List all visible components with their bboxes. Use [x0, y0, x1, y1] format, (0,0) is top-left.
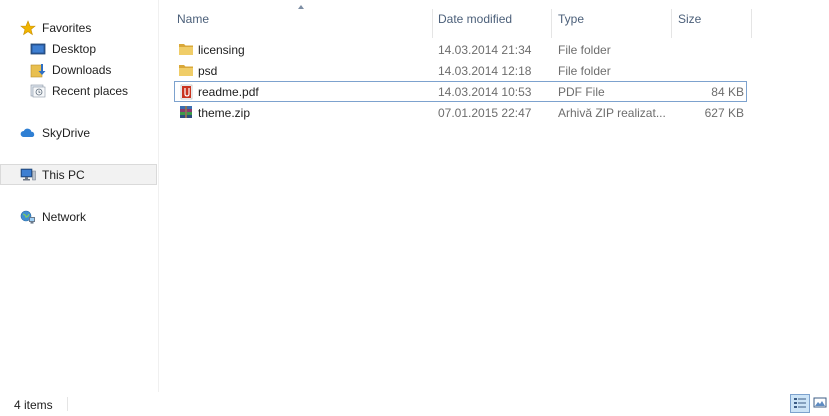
downloads-icon: [30, 62, 46, 78]
column-header-name[interactable]: Name: [177, 12, 209, 26]
details-view-button[interactable]: [790, 394, 810, 413]
file-row[interactable]: psd 14.03.2014 12:18 File folder: [174, 60, 747, 81]
recent-places-icon: [30, 83, 46, 99]
file-date-modified: 14.03.2014 21:34: [438, 43, 532, 57]
network-icon: [20, 209, 36, 225]
pdf-icon: [179, 84, 195, 100]
file-list-view: Name Date modified Type Size licensing 1…: [159, 0, 829, 392]
computer-icon: [20, 167, 36, 183]
status-bar: 4 items: [0, 392, 829, 416]
large-icons-view-button[interactable]: [812, 394, 829, 413]
file-name: theme.zip: [198, 106, 251, 120]
nav-label-desktop: Desktop: [52, 41, 97, 56]
column-divider[interactable]: [551, 9, 552, 38]
nav-item-recent-places[interactable]: Recent places: [0, 80, 157, 101]
file-size: 627 KB: [704, 106, 744, 120]
file-type: PDF File: [558, 85, 605, 99]
file-type: File folder: [558, 43, 611, 57]
file-date-modified: 14.03.2014 12:18: [438, 64, 532, 78]
file-date-modified: 14.03.2014 10:53: [438, 85, 532, 99]
navigation-pane: Favorites Desktop Downloads Recent place…: [0, 0, 159, 392]
file-size: 84 KB: [711, 85, 744, 99]
file-name: readme.pdf: [198, 85, 259, 99]
column-header-size[interactable]: Size: [678, 12, 701, 26]
nav-label-network: Network: [42, 209, 87, 224]
file-name: licensing: [198, 43, 245, 57]
sort-ascending-icon: [298, 5, 304, 9]
column-divider[interactable]: [432, 9, 433, 38]
nav-label-downloads: Downloads: [52, 62, 112, 77]
large-icons-view-icon: [812, 397, 828, 414]
folder-icon: [178, 62, 194, 78]
file-row[interactable]: licensing 14.03.2014 21:34 File folder: [174, 39, 747, 60]
nav-item-this-pc[interactable]: This PC: [0, 164, 157, 185]
nav-label-favorites: Favorites: [42, 20, 92, 35]
file-date-modified: 07.01.2015 22:47: [438, 106, 532, 120]
zip-archive-icon: [178, 104, 194, 120]
column-divider[interactable]: [751, 9, 752, 38]
desktop-icon: [30, 41, 46, 57]
file-type: Arhivă ZIP realizat...: [558, 106, 666, 120]
nav-item-downloads[interactable]: Downloads: [0, 59, 157, 80]
column-header-type[interactable]: Type: [558, 12, 584, 26]
nav-item-network[interactable]: Network: [0, 206, 157, 227]
nav-item-desktop[interactable]: Desktop: [0, 38, 157, 59]
column-header-date-modified[interactable]: Date modified: [438, 12, 512, 26]
file-type: File folder: [558, 64, 611, 78]
nav-item-skydrive[interactable]: SkyDrive: [0, 122, 157, 143]
status-divider: [67, 397, 68, 411]
nav-item-favorites[interactable]: Favorites: [0, 17, 157, 38]
details-view-icon: [791, 398, 809, 415]
item-count: 4 items: [14, 398, 53, 412]
file-row[interactable]: theme.zip 07.01.2015 22:47 Arhivă ZIP re…: [174, 102, 747, 123]
cloud-icon: [20, 125, 36, 141]
folder-icon: [178, 41, 194, 57]
file-name: psd: [198, 64, 218, 78]
column-header-bar: Name Date modified Type Size: [159, 0, 759, 38]
file-row-selected[interactable]: readme.pdf 14.03.2014 10:53 PDF File 84 …: [174, 81, 747, 102]
column-divider[interactable]: [671, 9, 672, 38]
star-icon: [20, 19, 36, 36]
nav-label-recent-places: Recent places: [52, 83, 129, 98]
nav-label-this-pc: This PC: [42, 167, 85, 182]
nav-label-skydrive: SkyDrive: [42, 125, 91, 140]
